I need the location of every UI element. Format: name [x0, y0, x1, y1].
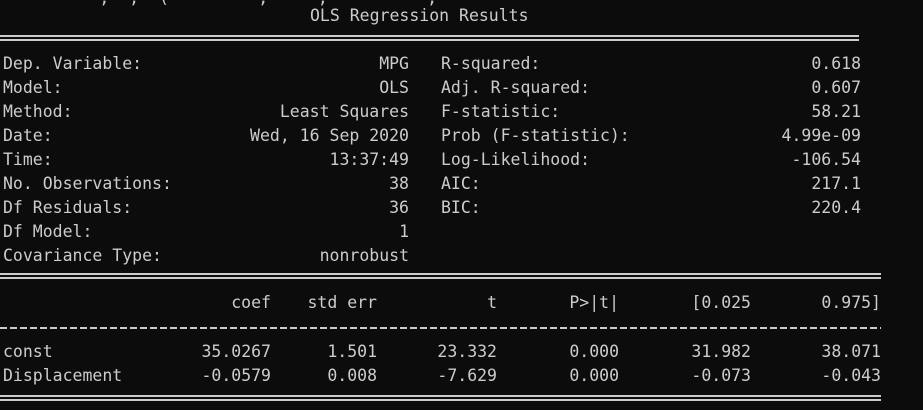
cell-ci-upper: -0.043	[821, 366, 881, 385]
stat-value: 217.1	[811, 174, 861, 193]
summary-value: OLS	[379, 78, 409, 97]
summary-row: Dep. Variable: MPG R-squared: 0.618	[3, 52, 861, 76]
summary-value: 38	[389, 174, 409, 193]
header-ci-upper: 0.975]	[821, 293, 881, 312]
double-rule-top	[0, 35, 859, 41]
summary-value: 36	[389, 198, 409, 217]
table-row: Displacement -0.0579 0.008 -7.629 0.000 …	[3, 364, 881, 388]
stat-value: 4.99e-09	[781, 126, 861, 145]
summary-row: Df Residuals: 36 BIC: 220.4	[3, 196, 861, 220]
summary-row: Covariance Type: nonrobust	[3, 244, 409, 268]
summary-row: Time: 13:37:49 Log-Likelihood: -106.54	[3, 148, 861, 172]
table-row: const 35.0267 1.501 23.332 0.000 31.982 …	[3, 340, 881, 364]
double-rule-bottom	[0, 395, 881, 401]
summary-value: 1	[399, 222, 409, 241]
summary-row: Df Model: 1	[3, 220, 409, 244]
cell-ci-upper: 38.071	[821, 342, 881, 361]
stat-value: -106.54	[791, 150, 861, 169]
terminal-window: , , ( , , , OLS Regression Results Dep. …	[0, 0, 923, 410]
stat-value: 220.4	[811, 198, 861, 217]
summary-value: nonrobust	[319, 246, 409, 265]
summary-row: No. Observations: 38 AIC: 217.1	[3, 172, 861, 196]
summary-row: Date: Wed, 16 Sep 2020 Prob (F-statistic…	[3, 124, 861, 148]
summary-row: Method: Least Squares F-statistic: 58.21	[3, 100, 861, 124]
stat-value: 58.21	[811, 102, 861, 121]
summary-row: Model: OLS Adj. R-squared: 0.607	[3, 76, 861, 100]
summary-value: 13:37:49	[329, 150, 409, 169]
dashed-rule	[0, 327, 881, 329]
double-rule-middle	[0, 273, 881, 279]
summary-value: Wed, 16 Sep 2020	[250, 126, 409, 145]
coef-table-header: coef std err t P>|t| [0.025 0.975]	[3, 291, 881, 315]
output-title: OLS Regression Results	[310, 6, 529, 25]
summary-value: MPG	[379, 54, 409, 73]
summary-value: Least Squares	[279, 102, 409, 121]
stat-value: 0.618	[811, 54, 861, 73]
stat-value: 0.607	[811, 78, 861, 97]
